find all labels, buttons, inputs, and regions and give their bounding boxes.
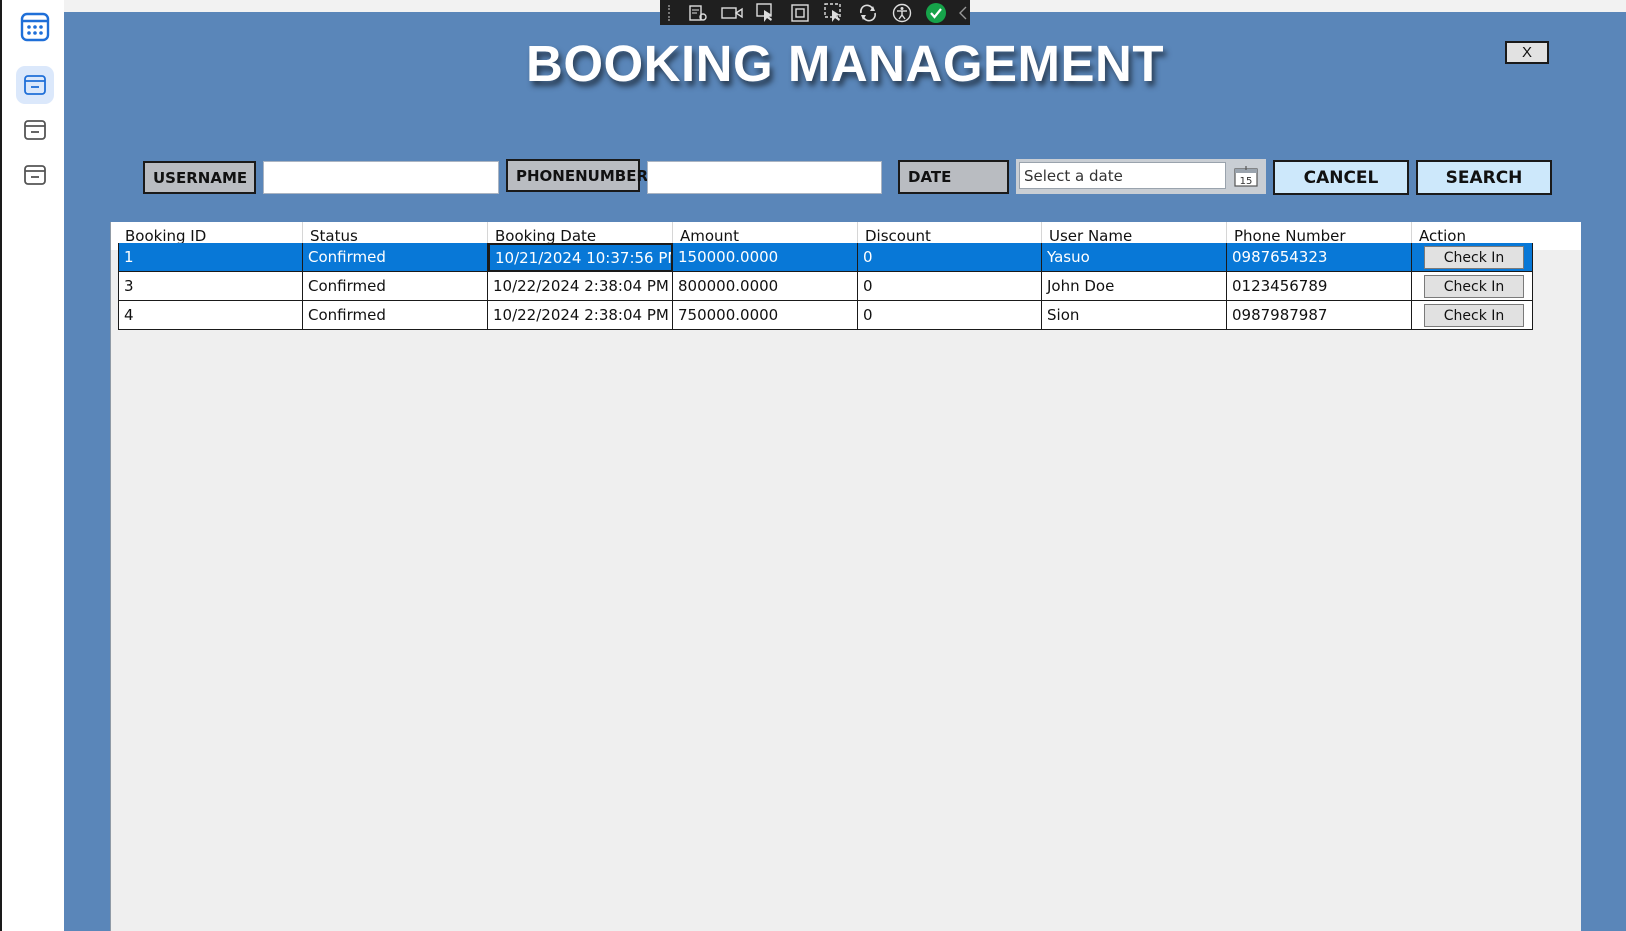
- cell-action: Check In: [1412, 272, 1533, 301]
- cell-amount[interactable]: 800000.0000: [673, 272, 858, 301]
- live-visual-tree-icon[interactable]: [684, 2, 712, 24]
- track-focus-icon[interactable]: [820, 2, 848, 24]
- hot-reload-icon[interactable]: [854, 2, 882, 24]
- calculator-button[interactable]: [16, 8, 54, 46]
- binding-ok-icon[interactable]: [922, 2, 950, 24]
- username-input[interactable]: [263, 161, 499, 194]
- display-layout-adorners-icon[interactable]: [786, 2, 814, 24]
- cell-phone-number[interactable]: 0987654323: [1227, 243, 1412, 272]
- nav-button-3[interactable]: [16, 156, 54, 194]
- cell-status[interactable]: Confirmed: [303, 272, 488, 301]
- cell-user-name[interactable]: John Doe: [1042, 272, 1227, 301]
- cell-user-name[interactable]: Sion: [1042, 301, 1227, 330]
- cell-discount[interactable]: 0: [858, 243, 1042, 272]
- date-text[interactable]: Select a date: [1019, 162, 1226, 189]
- check-in-button[interactable]: Check In: [1424, 246, 1524, 269]
- cell-booking-id[interactable]: 3: [118, 272, 303, 301]
- phonenumber-input[interactable]: [647, 161, 882, 194]
- cell-amount[interactable]: 750000.0000: [673, 301, 858, 330]
- close-button[interactable]: X: [1505, 41, 1549, 64]
- select-element-icon[interactable]: [752, 2, 780, 24]
- video-icon[interactable]: [718, 2, 746, 24]
- cell-booking-date[interactable]: 10/22/2024 2:38:04 PM: [488, 272, 673, 301]
- card-icon: [23, 73, 47, 97]
- cell-discount[interactable]: 0: [858, 301, 1042, 330]
- date-picker[interactable]: Select a date 15: [1016, 159, 1266, 194]
- toolbar-grip[interactable]: [668, 4, 674, 21]
- cell-booking-id[interactable]: 1: [118, 243, 303, 272]
- cell-booking-id[interactable]: 4: [118, 301, 303, 330]
- cell-user-name[interactable]: Yasuo: [1042, 243, 1227, 272]
- debug-toolbar: [660, 0, 970, 25]
- calendar-day: 15: [1240, 176, 1253, 187]
- cell-action: Check In: [1412, 301, 1533, 330]
- cell-status[interactable]: Confirmed: [303, 243, 488, 272]
- calendar-icon: 15: [1233, 165, 1259, 187]
- phonenumber-label: PHONENUMBER: [506, 159, 648, 192]
- cell-status[interactable]: Confirmed: [303, 301, 488, 330]
- bookings-grid: Booking ID Status Booking Date Amount Di…: [110, 222, 1581, 931]
- cell-action: Check In: [1412, 243, 1533, 272]
- accessibility-icon[interactable]: [888, 2, 916, 24]
- nav-rail: [0, 0, 64, 931]
- cell-amount[interactable]: 150000.0000: [673, 243, 858, 272]
- calculator-icon: [20, 12, 50, 42]
- cell-phone-number[interactable]: 0123456789: [1227, 272, 1412, 301]
- table-row[interactable]: 3 Confirmed 10/22/2024 2:38:04 PM 800000…: [118, 272, 1580, 301]
- collapse-chevron-icon[interactable]: [956, 2, 970, 24]
- card-icon: [23, 163, 47, 187]
- date-label: DATE: [898, 160, 1009, 194]
- booking-window: BOOKING MANAGEMENT X USERNAME PHONENUMBE…: [64, 0, 1626, 931]
- table-row[interactable]: 1 Confirmed 10/21/2024 10:37:56 PM 15000…: [118, 243, 1580, 272]
- check-in-button[interactable]: Check In: [1424, 275, 1524, 298]
- username-label: USERNAME: [143, 161, 256, 194]
- check-in-button[interactable]: Check In: [1424, 304, 1524, 327]
- cell-phone-number[interactable]: 0987987987: [1227, 301, 1412, 330]
- cell-discount[interactable]: 0: [858, 272, 1042, 301]
- search-button[interactable]: SEARCH: [1416, 160, 1552, 195]
- table-row[interactable]: 4 Confirmed 10/22/2024 2:38:04 PM 750000…: [118, 301, 1580, 330]
- cell-booking-date[interactable]: 10/21/2024 10:37:56 PM: [488, 243, 673, 272]
- booking-nav-button[interactable]: [16, 66, 54, 104]
- calendar-button[interactable]: 15: [1232, 163, 1260, 188]
- card-icon: [23, 118, 47, 142]
- page-title: BOOKING MANAGEMENT: [526, 35, 1164, 92]
- cell-booking-date[interactable]: 10/22/2024 2:38:04 PM: [488, 301, 673, 330]
- nav-button-2[interactable]: [16, 111, 54, 149]
- cancel-button[interactable]: CANCEL: [1273, 160, 1409, 195]
